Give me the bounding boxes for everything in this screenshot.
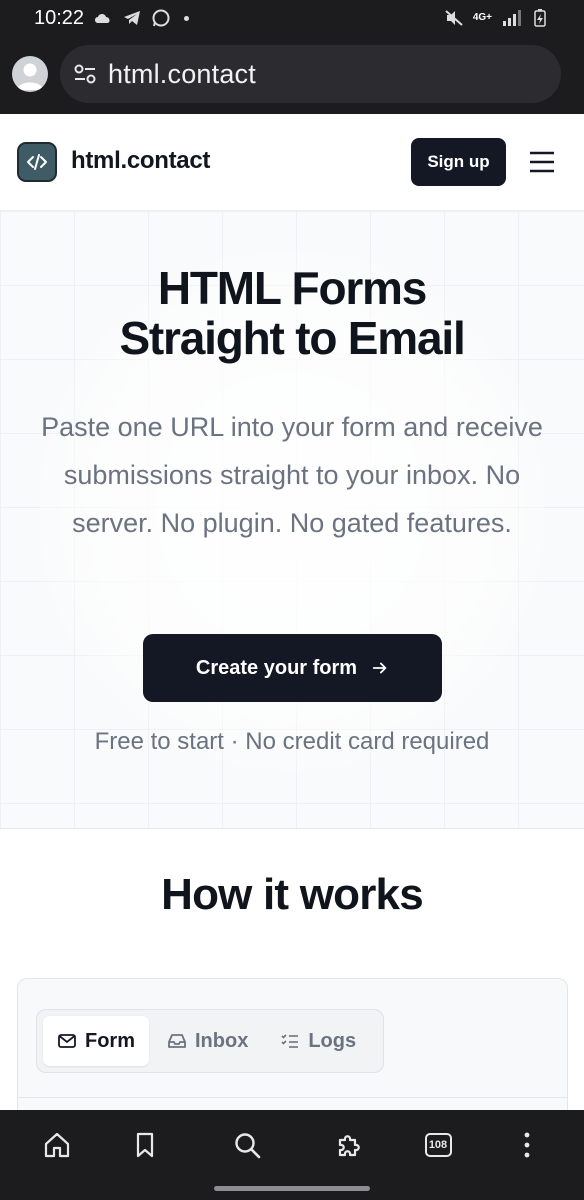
list-check-icon <box>281 1034 299 1048</box>
hamburger-menu-icon[interactable] <box>527 147 557 177</box>
card-divider <box>18 1097 567 1098</box>
address-bar[interactable]: html.contact <box>60 45 561 103</box>
status-bar: 10:22 4G+ <box>0 0 584 36</box>
more-menu-button[interactable] <box>510 1128 544 1162</box>
network-type: 4G+ <box>472 12 492 23</box>
create-form-button[interactable]: Create your form <box>143 634 442 702</box>
brand-name[interactable]: html.contact <box>71 147 210 175</box>
mute-icon <box>444 9 464 27</box>
whatsapp-icon <box>151 9 171 27</box>
telegram-icon <box>122 9 142 27</box>
status-left: 10:22 <box>34 6 190 30</box>
tabs-button[interactable]: 108 <box>421 1128 455 1162</box>
browser-bottom-nav: 108 <box>0 1110 584 1200</box>
search-button[interactable] <box>230 1128 264 1162</box>
extensions-button[interactable] <box>332 1128 366 1162</box>
bookmarks-button[interactable] <box>128 1128 162 1162</box>
puzzle-icon <box>338 1135 360 1157</box>
arrow-right-icon <box>372 662 387 674</box>
battery-icon <box>530 9 550 27</box>
tab-logs-label: Logs <box>308 1029 357 1052</box>
search-icon <box>235 1133 261 1159</box>
gesture-bar[interactable] <box>214 1186 370 1191</box>
tab-inbox[interactable]: Inbox <box>153 1016 262 1066</box>
signup-button[interactable]: Sign up <box>411 138 506 186</box>
home-button[interactable] <box>40 1128 74 1162</box>
site-settings-icon[interactable] <box>72 61 98 87</box>
status-time: 10:22 <box>34 6 85 29</box>
hero-title-line1: HTML Forms <box>157 262 427 314</box>
hero-fine-print: Free to start · No credit card required <box>94 728 490 755</box>
status-right: 4G+ <box>444 9 550 27</box>
person-icon <box>17 63 43 90</box>
site-header: html.contact Sign up <box>0 114 584 211</box>
profile-avatar[interactable] <box>12 56 48 92</box>
tab-inbox-label: Inbox <box>195 1029 249 1052</box>
bookmark-icon <box>136 1132 154 1158</box>
tab-form[interactable]: Form <box>43 1016 149 1066</box>
create-form-label: Create your form <box>195 656 358 679</box>
hero-title-line2: Straight to Email <box>119 312 465 364</box>
hero-subtitle: Paste one URL into your form and receive… <box>41 412 543 538</box>
tab-count: 108 <box>424 1133 452 1157</box>
how-it-works-title: How it works <box>161 870 424 919</box>
notification-dot-icon <box>184 15 190 21</box>
inbox-icon <box>168 1034 186 1048</box>
more-vertical-icon <box>524 1132 530 1158</box>
logo[interactable] <box>17 142 57 182</box>
signal-icon <box>501 9 521 27</box>
home-icon <box>44 1132 70 1158</box>
code-icon <box>27 154 47 170</box>
demo-tabs: Form Inbox Logs <box>36 1009 384 1073</box>
url-text[interactable]: html.contact <box>108 59 256 90</box>
tab-form-label: Form <box>85 1029 135 1052</box>
cloud-app-icon <box>93 9 113 27</box>
mail-icon <box>58 1034 76 1048</box>
browser-toolbar: html.contact <box>0 36 584 114</box>
hero-section: HTML Forms Straight to Email Paste one U… <box>0 211 584 829</box>
tab-logs[interactable]: Logs <box>266 1016 370 1066</box>
hero-title: HTML Forms Straight to Email <box>0 263 584 363</box>
